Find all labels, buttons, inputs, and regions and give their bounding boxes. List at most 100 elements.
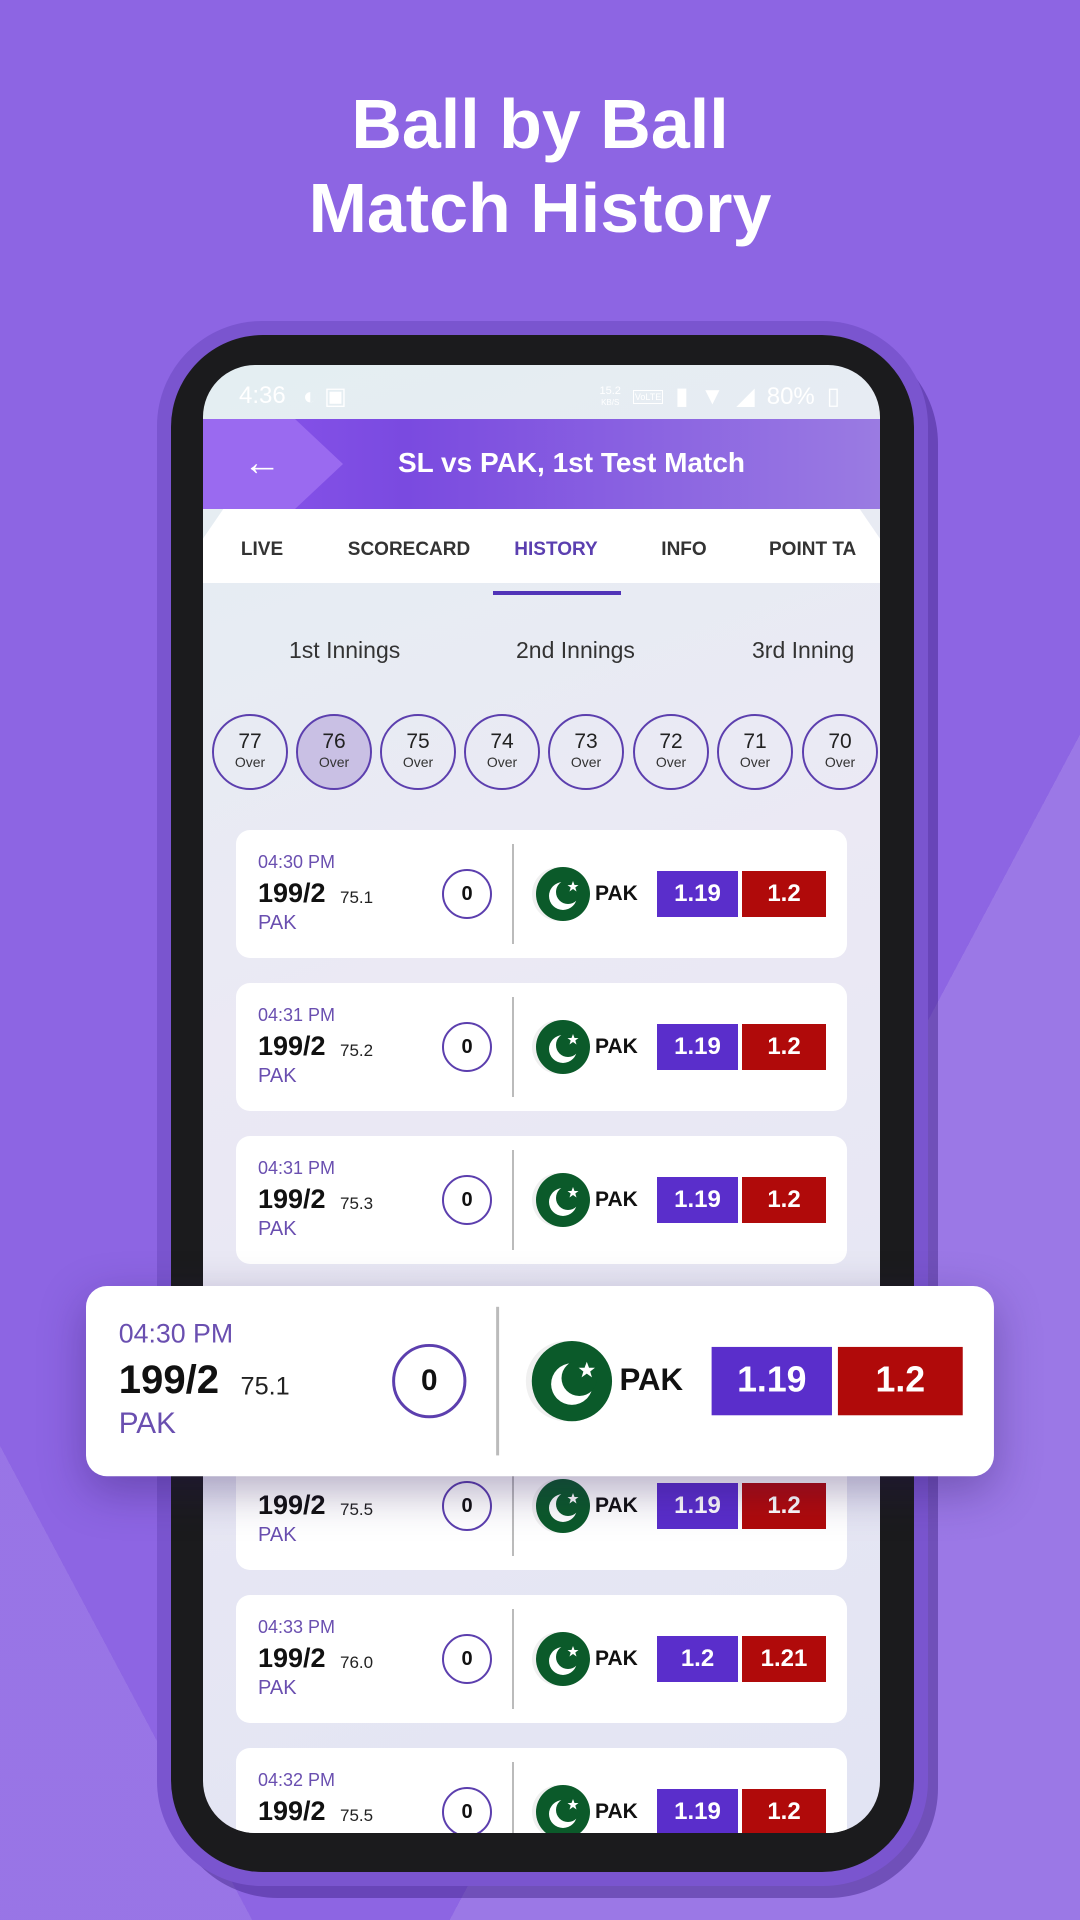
notification-icon: ◐ ▣ [303,383,347,410]
over-ball: 75.5 [340,1500,374,1519]
batting-team: PAK [258,1677,297,1699]
back-odds[interactable]: 1.2 [657,1636,738,1682]
history-row[interactable]: 04:30 PM 199/2 75.1 PAK 0 PAK 1.19 1.2 [236,830,847,958]
innings-1st[interactable]: 1st Innings [289,637,400,664]
divider [512,844,514,944]
back-odds[interactable]: 1.19 [657,1177,738,1223]
over-button-73[interactable]: 73 Over [548,714,624,790]
over-ball: 75.3 [340,1194,374,1213]
over-ball: 75.1 [240,1372,290,1401]
tab-history[interactable]: HISTORY [514,539,597,561]
over-button-76[interactable]: 76 Over [296,714,372,790]
over-button-70[interactable]: 70 Over [802,714,878,790]
over-number: 72 [659,730,683,753]
pakistan-flag-icon [536,1479,590,1533]
over-label: Over [655,754,687,770]
over-button-74[interactable]: 74 Over [464,714,540,790]
score: 199/2 [258,1031,326,1061]
runs-badge: 0 [442,1022,492,1072]
divider [512,1609,514,1709]
lay-odds[interactable]: 1.2 [742,871,826,917]
lay-odds[interactable]: 1.2 [837,1346,963,1416]
over-number: 76 [322,730,346,753]
over-number: 71 [743,730,767,753]
odds-team: PAK [619,1363,684,1398]
over-number: 74 [490,730,514,753]
over-number: 70 [828,730,852,753]
network-speed-unit: KB/S [601,397,620,407]
divider [496,1306,500,1456]
phone-screen: 4:36 ◐ ▣ 15.2 KB/S VoLTE ▮ ▼ ◢ 80% ▯ ← SL… [203,365,880,1833]
odds-team: PAK [595,1647,638,1670]
innings-3rd[interactable]: 3rd Inning [752,637,880,664]
runs-badge: 0 [442,1175,492,1225]
signal-icon: ◢ [736,383,755,410]
lay-odds[interactable]: 1.21 [742,1636,826,1682]
lay-odds[interactable]: 1.2 [742,1789,826,1833]
over-ball: 75.2 [340,1041,374,1060]
over-label: Over [486,754,518,770]
active-tab-indicator [493,591,621,595]
tab-bar: LIVE SCORECARD HISTORY INFO POINT TA [203,509,880,583]
battery-icon: ▯ [826,383,840,410]
over-label: Over [402,754,434,770]
over-label: Over [570,754,602,770]
score: 199/2 [258,1796,326,1826]
runs-badge: 0 [442,1634,492,1684]
match-title: SL vs PAK, 1st Test Match [398,447,745,478]
app-bar: ← SL vs PAK, 1st Test Match [203,419,880,509]
back-odds[interactable]: 1.19 [657,1789,738,1833]
tab-info[interactable]: INFO [661,539,706,561]
over-number: 75 [406,730,430,753]
tab-scorecard[interactable]: SCORECARD [348,539,470,561]
pakistan-flag-icon [536,1785,590,1833]
back-odds[interactable]: 1.19 [711,1346,832,1416]
history-row[interactable]: 04:32 PM 199/2 75.5 PAK 0 PAK 1.19 1.2 [236,1748,847,1833]
history-row[interactable]: 04:31 PM 199/2 75.2 PAK 0 PAK 1.19 1.2 [236,983,847,1111]
highlighted-history-row[interactable]: 04:30 PM 199/2 75.1 PAK 0 PAK 1.19 1.2 [86,1286,994,1477]
lay-odds[interactable]: 1.2 [742,1177,826,1223]
over-label: Over [318,754,350,770]
runs-badge: 0 [442,869,492,919]
pakistan-flag-icon [536,1020,590,1074]
pakistan-flag-icon [531,1340,613,1422]
runs-badge: 0 [392,1343,467,1419]
ball-time: 04:33 PM [258,1617,336,1637]
back-odds[interactable]: 1.19 [657,871,738,917]
back-odds[interactable]: 1.19 [657,1024,738,1070]
odds-team: PAK [595,1188,638,1211]
ball-time: 04:31 PM [258,1158,336,1178]
over-label: Over [824,754,856,770]
tab-live[interactable]: LIVE [241,539,283,561]
status-time: 4:36 [239,382,286,409]
over-label: Over [739,754,771,770]
pakistan-flag-icon [536,867,590,921]
lay-odds[interactable]: 1.2 [742,1024,826,1070]
score: 199/2 [258,1643,326,1673]
innings-2nd[interactable]: 2nd Innings [516,637,635,664]
batting-team: PAK [118,1407,176,1441]
over-button-71[interactable]: 71 Over [717,714,793,790]
batting-team: PAK [258,1524,297,1546]
tab-point-table[interactable]: POINT TA [769,539,856,561]
over-button-72[interactable]: 72 Over [633,714,709,790]
over-button-77[interactable]: 77 Over [212,714,288,790]
history-row[interactable]: 04:31 PM 199/2 75.3 PAK 0 PAK 1.19 1.2 [236,1136,847,1264]
back-odds[interactable]: 1.19 [657,1483,738,1529]
batting-team: PAK [258,1218,297,1240]
volte-icon: VoLTE [632,389,664,404]
over-label: Over [234,754,266,770]
divider [512,1150,514,1250]
ball-time: 04:30 PM [258,852,336,872]
pakistan-flag-icon [536,1173,590,1227]
runs-badge: 0 [442,1787,492,1833]
headline-line-1: Ball by Ball [351,85,729,163]
over-number: 73 [574,730,598,753]
score: 199/2 [258,878,326,908]
status-bar: 4:36 ◐ ▣ 15.2 KB/S VoLTE ▮ ▼ ◢ 80% ▯ [203,365,880,419]
odds-team: PAK [595,1800,638,1823]
history-row[interactable]: 04:33 PM 199/2 76.0 PAK 0 PAK 1.2 1.21 [236,1595,847,1723]
over-button-75[interactable]: 75 Over [380,714,456,790]
vibrate-icon: ▮ [675,383,689,410]
lay-odds[interactable]: 1.2 [742,1483,826,1529]
